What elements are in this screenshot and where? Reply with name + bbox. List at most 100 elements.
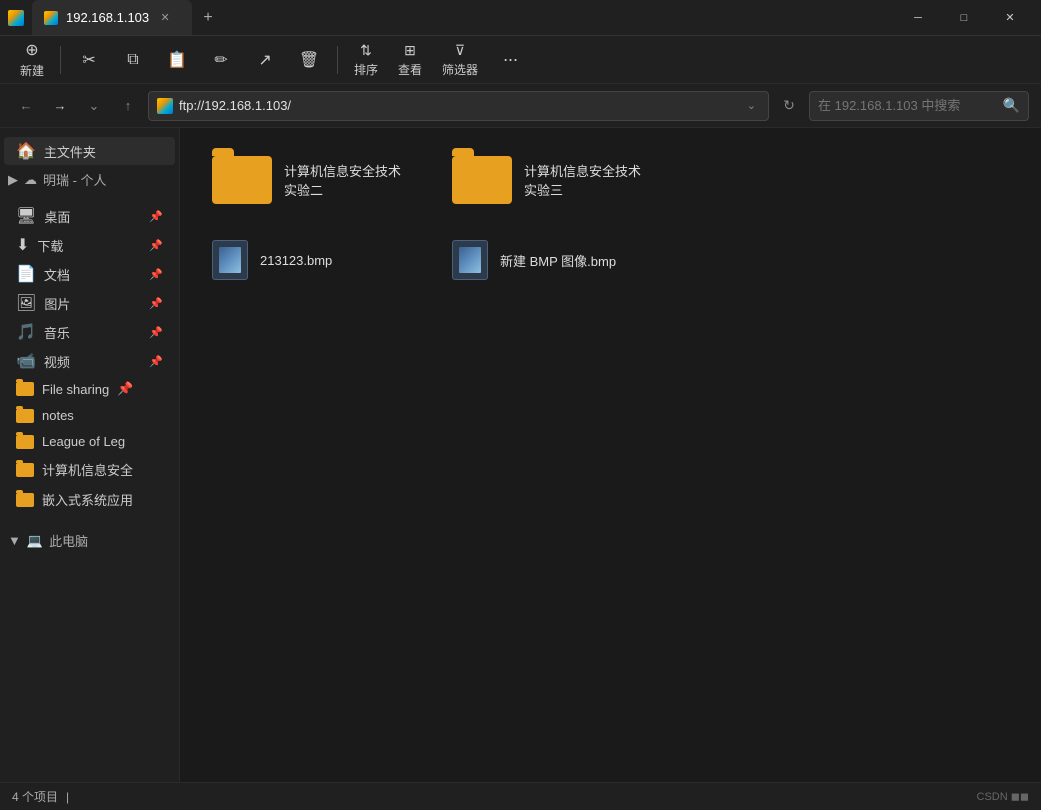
address-dropdown-button[interactable]: ⌄ bbox=[743, 97, 760, 114]
up-button[interactable]: ↑ bbox=[114, 92, 142, 120]
ftp-icon bbox=[157, 98, 173, 114]
sort-icon: ⇅ bbox=[360, 42, 372, 59]
address-input[interactable] bbox=[179, 98, 737, 113]
folder-icon-security bbox=[16, 463, 34, 477]
sidebar-item-league[interactable]: League of Leg bbox=[4, 429, 175, 454]
maximize-button[interactable]: □ bbox=[941, 0, 987, 36]
status-bar: 4 个项目 | CSDN ◼◼ bbox=[0, 782, 1041, 810]
pin-icon-desktop: 📌 bbox=[149, 210, 163, 223]
search-wrapper[interactable]: 🔍 bbox=[809, 91, 1029, 121]
folder-label-exp3: 计算机信息安全技术 实验三 bbox=[524, 161, 648, 199]
cut-button[interactable]: ✂ bbox=[69, 46, 109, 74]
sidebar-item-file-sharing[interactable]: File sharing 📌 bbox=[4, 376, 175, 402]
folder-item-exp3[interactable]: 计算机信息安全技术 实验三 bbox=[440, 148, 660, 212]
window-controls: ─ □ ✕ bbox=[895, 0, 1033, 36]
delete-button[interactable]: 🗑 bbox=[289, 46, 329, 74]
copy-icon: ⧉ bbox=[127, 51, 138, 69]
videos-label: 视频 bbox=[44, 352, 141, 371]
sidebar-item-pictures[interactable]: 🖼 图片 📌 bbox=[4, 289, 175, 317]
more-button[interactable]: ··· bbox=[490, 45, 530, 74]
paste-button[interactable]: 📋 bbox=[157, 46, 197, 74]
main-layout: 🏠 主文件夹 ▶ ☁ 明瑞 - 个人 🖥 桌面 📌 ⬇ 下载 📌 📄 文档 📌 … bbox=[0, 128, 1041, 782]
filter-icon: ⊽ bbox=[455, 42, 465, 59]
status-bar-right: CSDN ◼◼ bbox=[977, 790, 1030, 803]
home-label: 主文件夹 bbox=[44, 142, 163, 161]
minimize-button[interactable]: ─ bbox=[895, 0, 941, 36]
downloads-icon: ⬇ bbox=[16, 235, 29, 255]
search-input[interactable] bbox=[818, 98, 997, 113]
thispc-collapse-icon: ▼ bbox=[8, 533, 21, 548]
item-count: 4 个项目 bbox=[12, 788, 58, 805]
rename-button[interactable]: ✏ bbox=[201, 46, 241, 74]
content-area: 计算机信息安全技术 实验二 计算机信息安全技术 实验三 213123.bmp 新… bbox=[180, 128, 1041, 782]
tab-bar: 192.168.1.103 ✕ + bbox=[32, 0, 887, 35]
desktop-icon: 🖥 bbox=[16, 206, 36, 226]
recent-button[interactable]: ⌄ bbox=[80, 92, 108, 120]
music-label: 音乐 bbox=[44, 323, 141, 342]
close-button[interactable]: ✕ bbox=[987, 0, 1033, 36]
folder-icon-exp2 bbox=[212, 156, 272, 204]
back-button[interactable]: ← bbox=[12, 92, 40, 120]
pin-icon-pictures: 📌 bbox=[149, 297, 163, 310]
csdn-watermark: CSDN ◼◼ bbox=[977, 790, 1030, 803]
folder-icon-league bbox=[16, 435, 34, 449]
sidebar-item-music[interactable]: 🎵 音乐 📌 bbox=[4, 318, 175, 346]
cut-icon: ✂ bbox=[82, 50, 95, 70]
sidebar-collapse-cloud[interactable]: ▶ ☁ 明瑞 - 个人 bbox=[0, 166, 179, 193]
copy-button[interactable]: ⧉ bbox=[113, 47, 153, 73]
sidebar-item-home[interactable]: 🏠 主文件夹 bbox=[4, 137, 175, 165]
paste-icon: 📋 bbox=[167, 50, 187, 70]
folder-icon-exp3 bbox=[452, 156, 512, 204]
folder-icon-file-sharing bbox=[16, 382, 34, 396]
sidebar-item-videos[interactable]: 📹 视频 📌 bbox=[4, 347, 175, 375]
desktop-label: 桌面 bbox=[44, 207, 141, 226]
new-tab-button[interactable]: + bbox=[192, 2, 224, 34]
forward-button[interactable]: → bbox=[46, 92, 74, 120]
folder-icon-embedded bbox=[16, 493, 34, 507]
share-icon: ↗ bbox=[258, 50, 271, 70]
file-item-213123[interactable]: 213123.bmp bbox=[200, 232, 420, 288]
folder-icon-notes bbox=[16, 409, 34, 423]
documents-icon: 📄 bbox=[16, 264, 36, 284]
sidebar-item-documents[interactable]: 📄 文档 📌 bbox=[4, 260, 175, 288]
security-label: 计算机信息安全 bbox=[42, 460, 133, 479]
sidebar-collapse-thispc[interactable]: ▼ 💻 此电脑 bbox=[0, 527, 179, 554]
new-label: 新建 bbox=[20, 62, 44, 79]
view-label: 查看 bbox=[398, 61, 422, 78]
thispc-label: 此电脑 bbox=[49, 531, 88, 550]
toolbar-separator-2 bbox=[337, 46, 338, 74]
sort-button[interactable]: ⇅ 排序 bbox=[346, 38, 386, 82]
active-tab[interactable]: 192.168.1.103 ✕ bbox=[32, 0, 192, 35]
address-input-wrapper[interactable]: ⌄ bbox=[148, 91, 769, 121]
sidebar-item-embedded[interactable]: 嵌入式系统应用 bbox=[4, 485, 175, 514]
documents-label: 文档 bbox=[44, 265, 141, 284]
pin-icon-documents: 📌 bbox=[149, 268, 163, 281]
embedded-label: 嵌入式系统应用 bbox=[42, 490, 133, 509]
league-label: League of Leg bbox=[42, 434, 125, 449]
rename-icon: ✏ bbox=[214, 50, 227, 70]
filter-button[interactable]: ⊽ 筛选器 bbox=[434, 38, 486, 82]
pictures-label: 图片 bbox=[44, 294, 141, 313]
sidebar-item-downloads[interactable]: ⬇ 下载 📌 bbox=[4, 231, 175, 259]
folder-label-exp2: 计算机信息安全技术 实验二 bbox=[284, 161, 408, 199]
sidebar-item-desktop[interactable]: 🖥 桌面 📌 bbox=[4, 202, 175, 230]
thispc-icon: 💻 bbox=[27, 533, 43, 549]
music-icon: 🎵 bbox=[16, 322, 36, 342]
status-separator: | bbox=[66, 790, 69, 804]
toolbar: ⊕ 新建 ✂ ⧉ 📋 ✏ ↗ 🗑 ⇅ 排序 ⊞ 查看 ⊽ 筛选器 ··· bbox=[0, 36, 1041, 84]
view-button[interactable]: ⊞ 查看 bbox=[390, 38, 430, 82]
file-sharing-label: File sharing bbox=[42, 382, 109, 397]
share-button[interactable]: ↗ bbox=[245, 46, 285, 74]
bmp-icon-newbmp bbox=[452, 240, 488, 280]
tab-close-button[interactable]: ✕ bbox=[157, 10, 173, 26]
pin-icon-downloads: 📌 bbox=[149, 239, 163, 252]
new-button[interactable]: ⊕ 新建 bbox=[12, 36, 52, 83]
sidebar-item-security[interactable]: 计算机信息安全 bbox=[4, 455, 175, 484]
sidebar-item-notes[interactable]: notes bbox=[4, 403, 175, 428]
refresh-button[interactable]: ↻ bbox=[775, 92, 803, 120]
pin-icon-music: 📌 bbox=[149, 326, 163, 339]
folder-item-exp2[interactable]: 计算机信息安全技术 实验二 bbox=[200, 148, 420, 212]
file-item-newbmp[interactable]: 新建 BMP 图像.bmp bbox=[440, 232, 660, 288]
collapse-arrow-icon: ▶ bbox=[8, 172, 18, 188]
toolbar-separator-1 bbox=[60, 46, 61, 74]
